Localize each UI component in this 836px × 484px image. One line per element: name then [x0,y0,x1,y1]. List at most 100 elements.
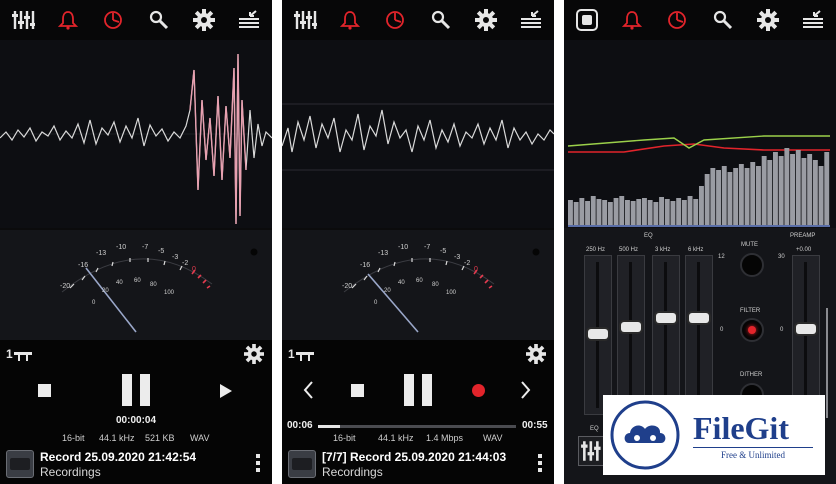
stop-button[interactable] [38,384,51,397]
fader-knob[interactable] [656,313,676,323]
spectrum-bar [761,156,767,226]
fader-knob[interactable] [796,324,816,334]
record-title[interactable]: [7/7] Record 25.09.2020 21:44:03 [322,450,506,464]
record-mode-icon[interactable] [564,0,609,40]
scrollbar[interactable] [826,308,828,418]
playback-controls: 1 00:06 00:55 16-bit 44.1 kHz 1.4 Mbps W… [282,340,554,484]
clock-pie-icon[interactable] [373,0,418,40]
stack-arrow-icon[interactable] [791,0,836,40]
record-title[interactable]: Record 25.09.2020 21:42:54 [40,450,196,464]
input-route-icon[interactable]: 1 [6,346,36,367]
seek-bar[interactable] [318,425,516,428]
sample-rate: 44.1 kHz [378,433,414,443]
sample-rate: 44.1 kHz [99,433,135,443]
spectrum-bar [744,168,750,226]
preamp-scale: 0 [780,327,784,333]
spectrum-bar [590,196,596,226]
bitrate: 1.4 Mbps [426,433,464,443]
eq-toggle-label: EQ [590,426,599,432]
bell-icon[interactable] [45,0,90,40]
spectrum-bar [636,199,642,226]
spectrum-bar [579,198,585,226]
vu-scale-label: 0 [474,266,478,273]
gear-icon[interactable] [244,344,264,369]
gear-icon[interactable] [526,344,546,369]
elapsed-time: 00:00:04 [116,415,157,426]
input-route-icon[interactable]: 1 [288,346,318,367]
gear-icon[interactable] [745,0,790,40]
spectrum-bar [704,174,710,226]
previous-button[interactable] [302,380,314,405]
spectrum-bar [681,200,687,226]
fader-knob[interactable] [689,313,709,323]
vu-scale-label: 60 [134,278,141,284]
vu-scale-label: -3 [454,254,461,261]
magnifier-icon[interactable] [418,0,463,40]
tape-icon [288,450,316,478]
spectrum-bar [568,200,573,226]
top-toolbar [282,0,554,40]
spectrum-bar [738,164,744,226]
preamp-fader[interactable] [792,255,820,415]
vu-scale-label: -5 [440,248,447,255]
next-button[interactable] [520,380,532,405]
fader-knob[interactable] [588,329,608,339]
magnifier-icon[interactable] [136,0,181,40]
record-folder[interactable]: Recordings [40,465,101,479]
filter-knob[interactable] [740,318,764,342]
fader-knob[interactable] [621,322,641,332]
svg-text:1: 1 [288,347,295,361]
eq-band-fader-250hz[interactable] [584,255,612,415]
record-folder[interactable]: Recordings [322,465,383,479]
more-menu-icon[interactable] [538,454,542,474]
stack-arrow-icon[interactable] [509,0,554,40]
spectrum-bar [721,166,727,226]
spectrum-bar [790,154,795,226]
filter-label: FILTER [740,308,761,314]
clock-pie-icon[interactable] [655,0,700,40]
bell-icon[interactable] [327,0,372,40]
spectrum-bar [659,197,664,226]
logo-tagline: Free & Unlimited [721,449,785,460]
eq-band-fader-6khz[interactable] [685,255,713,415]
vu-scale-label: -10 [398,244,409,251]
clock-pie-icon[interactable] [91,0,136,40]
spectrum-bar [699,186,704,226]
eq-band-fader-500hz[interactable] [617,255,645,415]
pause-button[interactable] [122,374,152,406]
pause-icon [404,374,414,406]
vu-scale-label: -7 [142,244,149,251]
vu-scale-label: 20 [384,288,391,294]
stack-arrow-icon[interactable] [227,0,272,40]
vu-meter: -20 -16 -13 -10 -7 -5 -3 -2 0 0 20 40 60… [282,230,554,340]
gear-icon[interactable] [463,0,508,40]
vu-scale-label: 100 [164,290,175,296]
record-button[interactable] [472,384,485,397]
spectrum-bar [602,200,608,226]
pause-button[interactable] [404,374,434,406]
magnifier-icon[interactable] [700,0,745,40]
mute-knob[interactable] [740,253,764,277]
eq-sliders-icon[interactable] [0,0,45,40]
spectrum-bar [596,199,602,226]
eq-curve-red [568,143,830,153]
stop-button[interactable] [351,384,364,397]
band-label: 6 kHz [688,247,704,253]
more-menu-icon[interactable] [256,454,260,474]
spectrum-bar [801,158,807,226]
top-toolbar [0,0,272,40]
spectrum-bar [670,201,676,226]
pause-icon [122,374,132,406]
bell-icon[interactable] [609,0,654,40]
bit-depth: 16-bit [62,433,85,443]
vu-scale-label: -20 [60,283,71,290]
gear-icon[interactable] [181,0,226,40]
spectrum-bar [613,198,619,226]
play-button[interactable] [220,384,232,398]
spectrum-bar [795,150,801,226]
vu-scale-label: -20 [342,283,353,290]
eq-label: EQ [644,233,653,239]
eq-band-fader-3khz[interactable] [652,255,680,415]
vu-scale-label: -5 [158,248,165,255]
eq-sliders-icon[interactable] [282,0,327,40]
